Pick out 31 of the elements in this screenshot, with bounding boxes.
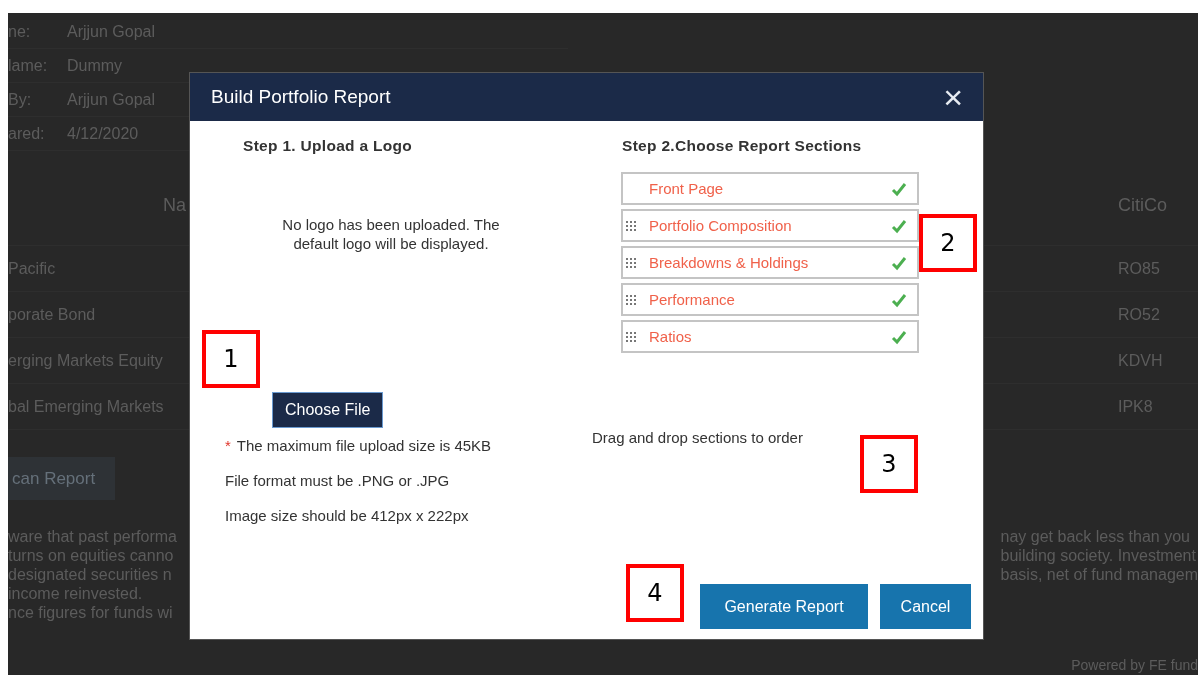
cancel-button[interactable]: Cancel	[880, 584, 971, 629]
report-section-item[interactable]: Ratios	[621, 320, 919, 353]
upload-note: * The maximum file upload size is 45KB	[225, 437, 493, 454]
check-icon[interactable]	[891, 180, 907, 197]
check-icon[interactable]	[891, 291, 907, 308]
upload-note: File format must be .PNG or .JPG	[225, 472, 451, 489]
drag-hint: Drag and drop sections to order	[592, 429, 804, 446]
close-button[interactable]: ×	[943, 80, 963, 114]
drag-handle-icon[interactable]	[625, 256, 637, 269]
check-icon[interactable]	[891, 254, 907, 271]
drag-handle-icon[interactable]	[625, 219, 637, 232]
report-section-item[interactable]: Front Page	[621, 172, 919, 205]
callout-number: 2	[919, 214, 977, 272]
generate-report-button[interactable]: Generate Report	[700, 584, 868, 629]
drag-handle-icon[interactable]	[625, 330, 637, 343]
no-logo-message: No logo has been uploaded. The default logo will be displayed.	[281, 215, 501, 253]
upload-note: Image size should be 412px x 222px	[225, 507, 470, 524]
step-heading: Step 2.Choose Report Sections	[622, 137, 863, 155]
report-section-item[interactable]: Breakdowns & Holdings	[621, 246, 919, 279]
callout-number: 3	[860, 435, 918, 493]
check-icon[interactable]	[891, 217, 907, 234]
callout-number: 1	[202, 330, 260, 388]
check-icon[interactable]	[891, 328, 907, 345]
dialog-title: Build Portfolio Report	[211, 86, 391, 108]
report-button[interactable]: can Report	[8, 457, 115, 500]
choose-file-button[interactable]: Choose File	[272, 392, 384, 428]
callout-number: 4	[626, 564, 684, 622]
report-section-item[interactable]: Portfolio Composition	[621, 209, 919, 242]
step-heading: Step 1. Upload a Logo	[243, 137, 414, 155]
drag-handle-icon[interactable]	[625, 293, 637, 306]
report-section-item[interactable]: Performance	[621, 283, 919, 316]
